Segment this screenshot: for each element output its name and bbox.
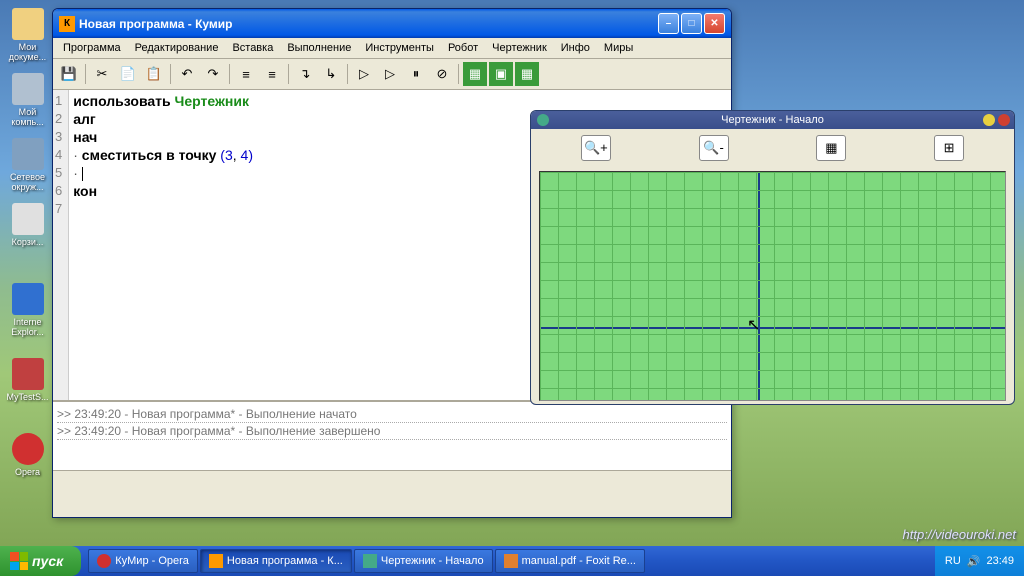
pause-button[interactable]: ⏸	[404, 62, 428, 86]
maximize-button[interactable]: □	[681, 13, 702, 34]
system-tray[interactable]: RU 🔊 23:49	[935, 546, 1024, 576]
menu-program[interactable]: Программа	[57, 40, 127, 56]
run-button[interactable]: ▷	[352, 62, 376, 86]
text-cursor	[82, 167, 83, 181]
indent-left-button[interactable]: ≡	[234, 62, 258, 86]
zoom-in-button[interactable]: 🔍+	[581, 135, 611, 161]
menu-info[interactable]: Инфо	[555, 40, 596, 56]
undo-button[interactable]: ↶	[175, 62, 199, 86]
draw-toolbar: 🔍+ 🔍- ▦ ⊞	[531, 129, 1014, 167]
window-title: Новая программа - Кумир	[79, 17, 233, 31]
menu-tools[interactable]: Инструменты	[359, 40, 440, 56]
line-gutter: 1234567	[53, 90, 69, 400]
statusbar	[53, 470, 731, 490]
fit-button[interactable]: ⊞	[934, 135, 964, 161]
desktop-icon-trash[interactable]: Корзи...	[5, 203, 50, 247]
cut-button[interactable]: ✂	[90, 62, 114, 86]
menu-run[interactable]: Выполнение	[281, 40, 357, 56]
desktop-icon-opera[interactable]: Opera	[5, 433, 50, 477]
tray-icon[interactable]: 🔊	[967, 555, 981, 568]
step-in-button[interactable]: ↴	[293, 62, 317, 86]
world3-button[interactable]: ▦	[515, 62, 539, 86]
zoom-out-button[interactable]: 🔍-	[699, 135, 729, 161]
desktop-icon-mytest[interactable]: MyTestS...	[5, 358, 50, 402]
draw-minimize-button[interactable]	[983, 114, 995, 126]
titlebar[interactable]: К Новая программа - Кумир – □ ✕	[53, 9, 731, 38]
menubar: Программа Редактирование Вставка Выполне…	[53, 38, 731, 59]
console-line: >> 23:49:20 - Новая программа* - Выполне…	[57, 423, 727, 440]
menu-insert[interactable]: Вставка	[226, 40, 279, 56]
run2-button[interactable]: ▷	[378, 62, 402, 86]
close-button[interactable]: ✕	[704, 13, 725, 34]
taskbar-item-draw[interactable]: Чертежник - Начало	[354, 549, 493, 573]
taskbar-item-opera[interactable]: КуМир - Opera	[88, 549, 198, 573]
stop-button[interactable]: ⊘	[430, 62, 454, 86]
paste-button[interactable]: 📋	[142, 62, 166, 86]
start-button[interactable]: пуск	[0, 546, 81, 576]
watermark-text: http://videouroki.net	[903, 527, 1016, 542]
taskbar-item-kumir[interactable]: Новая программа - К...	[200, 549, 352, 573]
draw-window: Чертежник - Начало 🔍+ 🔍- ▦ ⊞	[530, 110, 1015, 405]
tray-clock[interactable]: 23:49	[986, 555, 1014, 567]
output-console[interactable]: >> 23:49:20 - Новая программа* - Выполне…	[53, 400, 731, 470]
taskbar: пуск КуМир - Opera Новая программа - К..…	[0, 546, 1024, 576]
draw-close-button[interactable]	[998, 114, 1010, 126]
taskbar-item-foxit[interactable]: manual.pdf - Foxit Re...	[495, 549, 645, 573]
desktop-icon-network[interactable]: Сетевое окруж...	[5, 138, 50, 192]
step-out-button[interactable]: ↳	[319, 62, 343, 86]
world1-button[interactable]: ▦	[463, 62, 487, 86]
menu-worlds[interactable]: Миры	[598, 40, 639, 56]
windows-logo-icon	[10, 552, 28, 570]
copy-button[interactable]: 📄	[116, 62, 140, 86]
tray-lang[interactable]: RU	[945, 555, 961, 567]
draw-app-icon	[537, 114, 549, 126]
menu-edit[interactable]: Редактирование	[129, 40, 225, 56]
desktop-icon-computer[interactable]: Мой компь...	[5, 73, 50, 127]
save-button[interactable]: 💾	[57, 62, 81, 86]
redo-button[interactable]: ↷	[201, 62, 225, 86]
menu-robot[interactable]: Робот	[442, 40, 484, 56]
draw-titlebar[interactable]: Чертежник - Начало	[531, 111, 1014, 129]
indent-right-button[interactable]: ≡	[260, 62, 284, 86]
minimize-button[interactable]: –	[658, 13, 679, 34]
app-icon: К	[59, 16, 75, 32]
toolbar: 💾 ✂ 📄 📋 ↶ ↷ ≡ ≡ ↴ ↳ ▷ ▷ ⏸ ⊘ ▦ ▣ ▦	[53, 59, 731, 90]
grid-button[interactable]: ▦	[816, 135, 846, 161]
menu-draw[interactable]: Чертежник	[486, 40, 553, 56]
desktop-icon-ie[interactable]: Interne Explor...	[5, 283, 50, 337]
desktop-icon-documents[interactable]: Мои докуме...	[5, 8, 50, 62]
world2-button[interactable]: ▣	[489, 62, 513, 86]
draw-title: Чертежник - Начало	[721, 114, 824, 126]
draw-canvas[interactable]	[539, 171, 1006, 401]
